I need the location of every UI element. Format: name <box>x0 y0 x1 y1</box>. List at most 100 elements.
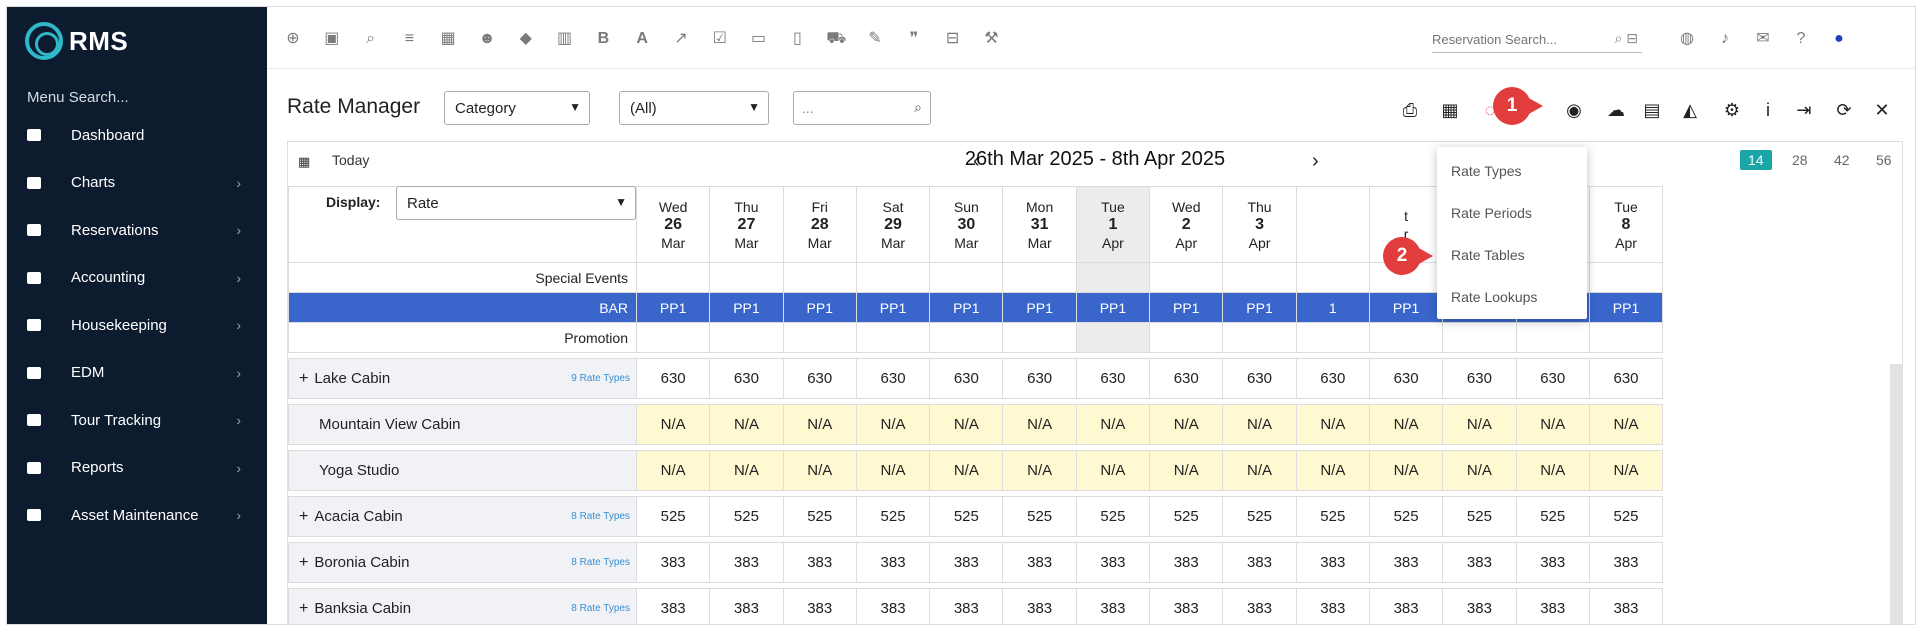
special-event-cell[interactable] <box>1588 262 1664 293</box>
rate-cell[interactable]: 383 <box>1149 542 1224 583</box>
room-category-cell[interactable]: Yoga Studio <box>288 450 637 491</box>
rate-cell[interactable]: 525 <box>1075 496 1151 537</box>
expand-icon[interactable]: + <box>299 508 308 525</box>
print-icon[interactable]: ⎙ <box>1399 99 1421 121</box>
user-icon[interactable]: ● <box>1829 29 1849 49</box>
refresh-icon[interactable]: ⟳ <box>1833 99 1855 121</box>
rate-cell[interactable]: 525 <box>1515 496 1590 537</box>
bar-cell[interactable]: PP1 <box>855 292 931 323</box>
search-icon[interactable]: ⌕ <box>361 29 381 49</box>
bar-cell[interactable]: PP1 <box>1002 292 1077 323</box>
category-select[interactable]: Category ▼ <box>444 91 590 125</box>
promotion-cell[interactable] <box>1442 322 1517 353</box>
rate-cell[interactable]: 383 <box>1002 542 1077 583</box>
calendar-icon[interactable]: ▣ <box>322 29 342 49</box>
rate-cell[interactable]: N/A <box>1149 404 1224 445</box>
promotion-cell[interactable] <box>1075 322 1151 353</box>
rate-cell[interactable]: 630 <box>1588 358 1664 399</box>
rate-cell[interactable]: 525 <box>1295 496 1370 537</box>
menu-item-rate-types[interactable]: Rate Types <box>1451 163 1522 179</box>
rate-cell[interactable]: N/A <box>1222 450 1297 491</box>
rate-cell[interactable]: 383 <box>709 588 784 624</box>
special-event-cell[interactable] <box>782 262 857 293</box>
rate-cell[interactable]: N/A <box>1002 404 1077 445</box>
rate-cell[interactable]: N/A <box>635 450 711 491</box>
map-pin-icon[interactable]: ◆ <box>516 29 536 49</box>
rate-cell[interactable]: 383 <box>1222 542 1297 583</box>
rate-cell[interactable]: 383 <box>635 588 711 624</box>
promotion-cell[interactable] <box>1515 322 1590 353</box>
weather-icon[interactable]: ☁ <box>1605 99 1627 121</box>
rate-cell[interactable]: 383 <box>1295 588 1370 624</box>
rate-cell[interactable]: N/A <box>1588 404 1664 445</box>
bar-cell[interactable]: PP1 <box>1368 292 1444 323</box>
rate-cell[interactable]: 525 <box>855 496 931 537</box>
expand-icon[interactable]: + <box>299 600 308 617</box>
rate-cell[interactable]: 525 <box>709 496 784 537</box>
rate-cell[interactable]: 525 <box>635 496 711 537</box>
rate-cell[interactable]: 630 <box>1002 358 1077 399</box>
rate-cell[interactable]: 630 <box>1368 358 1444 399</box>
promotion-cell[interactable] <box>1588 322 1664 353</box>
promotion-cell[interactable] <box>855 322 931 353</box>
rate-cell[interactable]: 383 <box>1075 588 1151 624</box>
special-event-cell[interactable] <box>635 262 711 293</box>
add-icon[interactable]: ⊕ <box>283 29 303 49</box>
rate-cell[interactable]: 383 <box>929 542 1004 583</box>
rate-cell[interactable]: N/A <box>709 450 784 491</box>
rate-cell[interactable]: 383 <box>1368 542 1444 583</box>
search-icon[interactable]: ⌕ <box>914 99 922 116</box>
room-category-cell[interactable]: + Boronia Cabin 8 Rate Types <box>288 542 637 583</box>
rate-cell[interactable]: N/A <box>1442 450 1517 491</box>
promotion-cell[interactable] <box>1222 322 1297 353</box>
rate-cell[interactable]: N/A <box>635 404 711 445</box>
promotion-cell[interactable] <box>1002 322 1077 353</box>
rate-cell[interactable]: 383 <box>1368 588 1444 624</box>
rate-cell[interactable]: N/A <box>1588 450 1664 491</box>
rate-cell[interactable]: N/A <box>1368 450 1444 491</box>
hammer-icon[interactable]: ⚒ <box>981 29 1001 49</box>
rate-cell[interactable]: 525 <box>782 496 857 537</box>
special-event-cell[interactable] <box>1222 262 1297 293</box>
bar-cell[interactable]: PP1 <box>1588 292 1664 323</box>
cart-icon[interactable]: ⛟ <box>826 29 846 49</box>
rate-cell[interactable]: 383 <box>1222 588 1297 624</box>
bar-cell[interactable]: PP1 <box>635 292 711 323</box>
rate-cell[interactable]: 383 <box>782 542 857 583</box>
menu-item-rate-lookups[interactable]: Rate Lookups <box>1451 289 1537 305</box>
menu-search-input[interactable]: Menu Search... <box>27 89 129 106</box>
rate-cell[interactable]: 525 <box>1588 496 1664 537</box>
rate-cell[interactable]: 630 <box>709 358 784 399</box>
room-category-cell[interactable]: + Acacia Cabin 8 Rate Types <box>288 496 637 537</box>
vertical-scrollbar[interactable] <box>1890 364 1902 624</box>
special-event-cell[interactable] <box>1075 262 1151 293</box>
bell-icon[interactable]: ♪ <box>1715 29 1735 49</box>
menu-item-rate-tables[interactable]: Rate Tables <box>1451 247 1525 263</box>
bar-cell[interactable]: PP1 <box>1222 292 1297 323</box>
rate-cell[interactable]: 630 <box>635 358 711 399</box>
rate-setup-icon[interactable]: ◉ <box>1563 99 1585 121</box>
sidebar-item-tour-tracking[interactable]: Tour Tracking › <box>7 400 267 440</box>
rate-cell[interactable]: N/A <box>1295 450 1370 491</box>
rate-cell[interactable]: 383 <box>1002 588 1077 624</box>
rate-cell[interactable]: 383 <box>1149 588 1224 624</box>
rate-cell[interactable]: 383 <box>1515 542 1590 583</box>
info-icon[interactable]: i <box>1757 99 1779 121</box>
room-category-cell[interactable]: + Banksia Cabin 8 Rate Types <box>288 588 637 624</box>
promotion-cell[interactable] <box>929 322 1004 353</box>
sidebar-item-edm[interactable]: EDM › <box>7 353 267 393</box>
rate-cell[interactable]: 630 <box>1222 358 1297 399</box>
rate-types-link[interactable]: 8 Rate Types <box>571 557 630 568</box>
rate-cell[interactable]: 630 <box>782 358 857 399</box>
sliders-icon[interactable]: ≡ <box>399 29 419 49</box>
ticket-icon[interactable]: ✎ <box>865 29 885 49</box>
clipboard-icon[interactable]: ▤ <box>1641 99 1663 121</box>
bed-icon[interactable]: ⊟ <box>943 29 963 49</box>
rate-cell[interactable]: N/A <box>929 450 1004 491</box>
chat-icon[interactable]: ✉ <box>1753 29 1773 49</box>
category-filter-select[interactable]: (All) ▼ <box>619 91 769 125</box>
view-option-56[interactable]: 56 <box>1876 152 1892 168</box>
rate-cell[interactable]: 630 <box>1295 358 1370 399</box>
bar-cell[interactable]: PP1 <box>1075 292 1151 323</box>
rate-cell[interactable]: 383 <box>929 588 1004 624</box>
